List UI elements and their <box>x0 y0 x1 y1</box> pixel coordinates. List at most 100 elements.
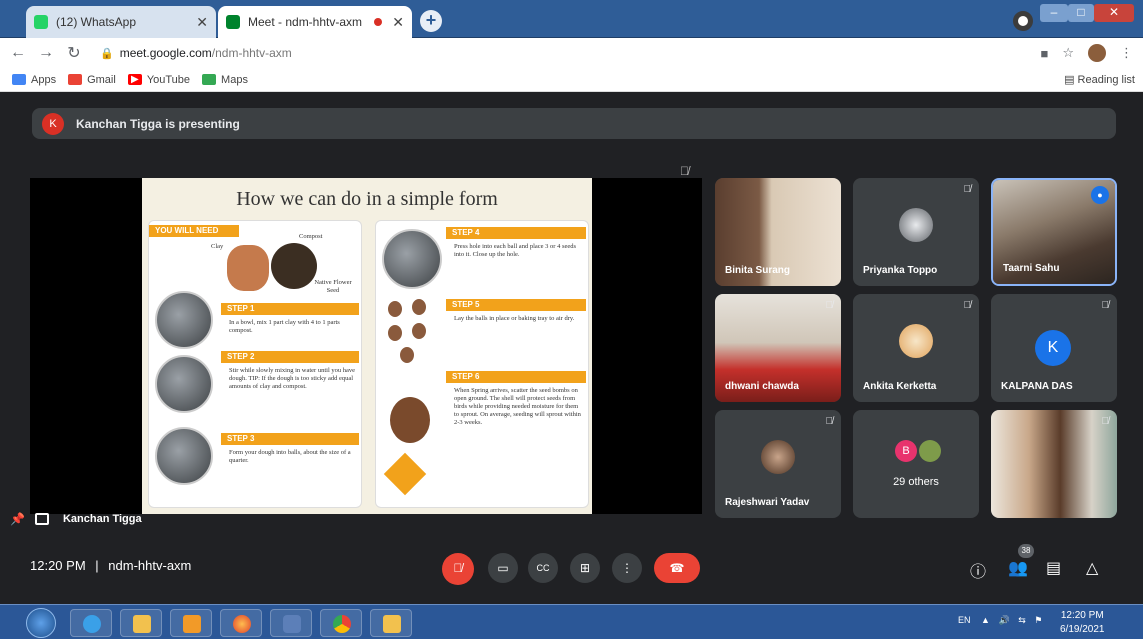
bookmark-maps[interactable]: Maps <box>202 74 248 86</box>
profile-icon[interactable] <box>1013 11 1033 31</box>
seed-ball-image <box>388 301 402 317</box>
step-image <box>155 291 213 349</box>
taskbar-chrome[interactable] <box>320 609 362 637</box>
ingredient-label: Clay <box>211 243 224 250</box>
pin-icon[interactable]: 📌 <box>10 512 25 526</box>
bookmark-label: Maps <box>221 73 248 86</box>
bookmarks-bar: Apps Gmail ▶ YouTube Maps ▤ Reading list <box>0 68 1143 92</box>
tab-whatsapp[interactable]: (12) WhatsApp ✕ <box>26 6 216 38</box>
participant-tile[interactable]: 🎙̸ <box>991 410 1117 518</box>
flag-icon[interactable]: ⚑ <box>1034 615 1042 625</box>
info-icon[interactable]: ⓘ <box>970 558 986 582</box>
maximize-button[interactable]: □ <box>1068 4 1094 22</box>
tray-arrow-icon[interactable]: ▲ <box>981 615 990 625</box>
language-indicator[interactable]: EN <box>958 615 971 625</box>
presenter-name: Kanchan Tigga <box>62 513 142 525</box>
mic-off-icon: 🎙̸ <box>825 300 834 311</box>
start-button[interactable] <box>26 608 56 638</box>
step-header: STEP 3 <box>221 433 359 445</box>
camera-icon: ▭ <box>497 561 509 575</box>
close-icon[interactable]: ✕ <box>196 14 208 31</box>
captions-icon: CC <box>536 563 550 573</box>
participant-count-badge: 38 <box>1018 544 1034 558</box>
activities-icon[interactable]: △ <box>1086 558 1098 578</box>
lock-icon[interactable]: 🔒 <box>100 47 114 60</box>
forward-icon[interactable]: → <box>36 44 56 62</box>
firefox-icon <box>233 615 251 633</box>
participant-tile[interactable]: ● Taarni Sahu <box>991 178 1117 286</box>
speaking-icon: ● <box>1091 186 1109 204</box>
avatar <box>899 208 933 242</box>
ingredient-label: Native Flower Seed <box>314 279 352 294</box>
url-path: /ndm-hhtv-axm <box>211 46 292 60</box>
network-icon[interactable]: ⇆ <box>1018 615 1026 625</box>
avatar[interactable] <box>1088 44 1106 62</box>
step-text: When Spring arrives, scatter the seed bo… <box>454 387 581 426</box>
more-icon: ⋮ <box>621 561 633 575</box>
bookmark-apps[interactable]: Apps <box>12 74 56 86</box>
participant-tile[interactable]: 🎙̸ Ankita Kerketta <box>853 294 979 402</box>
meeting-code: ndm-hhtv-axm <box>108 558 192 573</box>
url-field[interactable]: meet.google.com/ndm-hhtv-axm <box>120 46 292 60</box>
apps-icon <box>12 74 26 85</box>
taskbar-explorer[interactable] <box>120 609 162 637</box>
avatar: K <box>42 112 64 135</box>
youtube-icon: ▶ <box>127 74 142 85</box>
captions-button[interactable]: CC <box>528 553 558 583</box>
bookmark-gmail[interactable]: Gmail <box>68 74 116 86</box>
camera-icon[interactable]: ■ <box>1040 46 1048 61</box>
seed-ball-image <box>400 347 414 363</box>
menu-icon[interactable]: ⋮ <box>1120 45 1133 61</box>
system-clock[interactable]: 12:20 PM 6/19/2021 <box>1060 609 1105 637</box>
participant-tile[interactable]: 🎙̸ dhwani chawda <box>715 294 841 402</box>
step-text: Lay the balls in place or baking tray to… <box>454 315 575 322</box>
logo-icon <box>383 452 427 496</box>
app-icon <box>383 615 401 633</box>
avatar <box>919 440 941 462</box>
leave-call-button[interactable]: ☎ <box>654 553 700 583</box>
chat-icon[interactable]: ▤ <box>1046 558 1061 578</box>
compost-image <box>271 243 317 289</box>
step-image <box>155 427 213 485</box>
more-options-button[interactable]: ⋮ <box>612 553 642 583</box>
hangup-icon: ☎ <box>669 561 685 575</box>
whatsapp-icon <box>34 15 48 29</box>
window-close-button[interactable]: ✕ <box>1094 4 1134 22</box>
taskbar-app[interactable] <box>370 609 412 637</box>
taskbar-shield[interactable] <box>270 609 312 637</box>
close-icon[interactable]: ✕ <box>392 14 404 31</box>
others-tile[interactable]: B 29 others <box>853 410 979 518</box>
participant-tile[interactable]: 🎙̸ Rajeshwari Yadav <box>715 410 841 518</box>
back-icon[interactable]: ← <box>8 44 28 62</box>
participant-tile[interactable]: 🎙̸ K KALPANA DAS <box>991 294 1117 402</box>
mic-toggle-button[interactable]: 🎙̸ <box>442 553 474 585</box>
slide-panel-left: YOU WILL NEED Clay Compost Native Flower… <box>148 220 362 508</box>
present-button[interactable]: ⊞ <box>570 553 600 583</box>
star-icon[interactable]: ☆ <box>1062 45 1074 61</box>
clock-time: 12:20 PM <box>1060 610 1104 621</box>
reading-list-button[interactable]: ▤ Reading list <box>1064 73 1135 86</box>
avatar: B <box>895 440 917 462</box>
new-tab-button[interactable]: + <box>420 10 442 32</box>
recording-icon <box>374 18 383 26</box>
taskbar-ie[interactable] <box>70 609 112 637</box>
participant-tile[interactable]: 🎙̸ Priyanka Toppo <box>853 178 979 286</box>
camera-toggle-button[interactable]: ▭ <box>488 553 518 583</box>
tab-meet[interactable]: Meet - ndm-hhtv-axm ✕ <box>218 6 412 38</box>
taskbar-firefox[interactable] <box>220 609 262 637</box>
reload-icon[interactable]: ↻ <box>64 43 84 63</box>
people-icon[interactable]: 👥 <box>1008 558 1028 578</box>
volume-icon[interactable]: 🔊 <box>998 615 1009 625</box>
participant-tile[interactable]: Binita Surang <box>715 178 841 286</box>
step-text: In a bowl, mix 1 part clay with 4 to 1 p… <box>229 319 340 334</box>
presentation-stage: How we can do in a simple form YOU WILL … <box>30 178 702 514</box>
folder-icon <box>133 615 151 633</box>
bookmark-youtube[interactable]: ▶ YouTube <box>127 74 190 86</box>
participant-name: Taarni Sahu <box>1003 263 1060 274</box>
minimize-button[interactable]: – <box>1040 4 1068 22</box>
slide-panel-right: STEP 4 Press hole into each ball and pla… <box>375 220 589 508</box>
gmail-icon <box>68 74 83 85</box>
taskbar-media[interactable] <box>170 609 212 637</box>
clock-date: 6/19/2021 <box>1060 624 1105 635</box>
taskbar: EN ▲ 🔊 ⇆ ⚑ 12:20 PM 6/19/2021 <box>0 604 1143 639</box>
